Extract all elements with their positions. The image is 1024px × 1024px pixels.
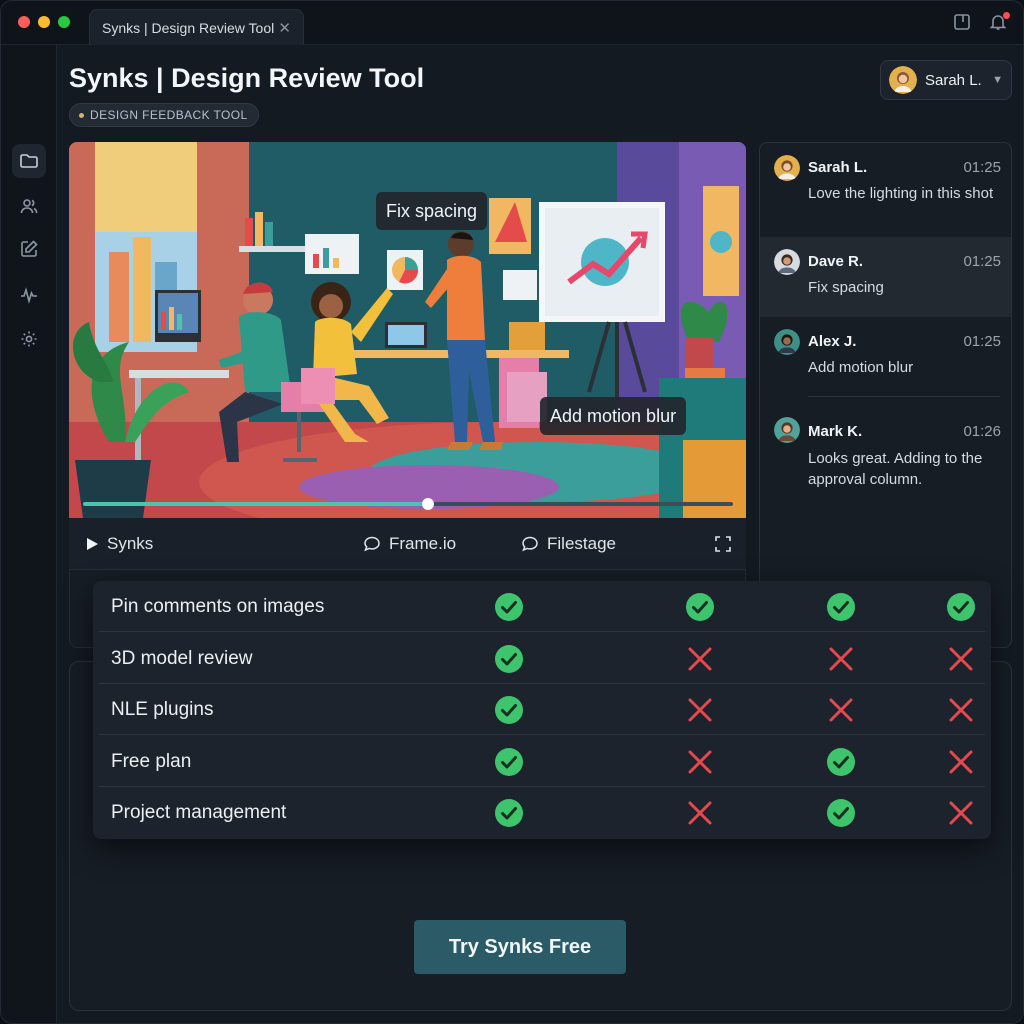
comment-timestamp[interactable]: 01:25 [963, 159, 1001, 176]
video-controls: Synks Frame.io Filestage [69, 518, 746, 570]
comment-text: Fix spacing [808, 279, 884, 296]
video-scrubber[interactable] [83, 498, 733, 510]
tab-title: Synks | Design Review Tool [102, 19, 275, 36]
cross-icon [949, 750, 973, 774]
avatar [774, 329, 800, 355]
notification-dot [1003, 12, 1010, 19]
cross-icon [829, 647, 853, 671]
filestage-label: Filestage [547, 534, 616, 553]
comment-author: Mark K. [808, 423, 863, 440]
table-row: 3D model review [93, 633, 991, 684]
cross-icon [829, 698, 853, 722]
settings-icon[interactable] [12, 322, 46, 356]
check-icon [495, 747, 523, 776]
feature-label: Project management [111, 802, 287, 824]
check-icon [947, 593, 975, 621]
activity-icon[interactable] [12, 278, 46, 312]
check-icon [495, 593, 523, 621]
comment-text: Looks great. Adding to the approval colu… [808, 450, 983, 488]
cross-icon [949, 698, 973, 722]
check-icon [495, 644, 523, 673]
scrubber-progress [83, 502, 428, 506]
check-icon [827, 799, 855, 828]
table-row: NLE plugins [93, 684, 991, 736]
check-icon [495, 696, 523, 725]
check-icon [827, 747, 855, 776]
bell-icon[interactable] [989, 12, 1010, 33]
comment-item[interactable]: Alex J. 01:25 Add motion blur [760, 317, 1011, 397]
cross-icon [688, 750, 712, 774]
annotation-add-motion-blur[interactable]: Add motion blur [540, 397, 687, 435]
play-label: Synks [107, 534, 154, 553]
comment-item[interactable]: Dave R. 01:25 Fix spacing [760, 237, 1011, 317]
video-preview[interactable]: Fix spacing Add motion blur [69, 142, 746, 518]
table-row: Project management [93, 787, 991, 838]
bookmark-icon[interactable] [953, 13, 973, 33]
comparison-table: Pin comments on images 3D model review NLE… [93, 581, 991, 839]
check-icon [495, 799, 523, 828]
try-synks-free-button[interactable]: Try Synks Free [414, 920, 626, 974]
check-icon [827, 593, 855, 621]
cross-icon [688, 647, 712, 671]
maximize-dot[interactable] [58, 16, 70, 28]
comments-panel: Sarah L. 01:25 Love the lighting in this… [759, 142, 1012, 648]
annotation-fix-spacing[interactable]: Fix spacing [376, 192, 488, 230]
users-icon[interactable] [12, 189, 46, 223]
comment-timestamp[interactable]: 01:25 [963, 253, 1001, 270]
comment-timestamp[interactable]: 01:25 [963, 333, 1001, 350]
play-icon [87, 538, 98, 550]
user-name: Sarah L. [925, 71, 982, 89]
category-badge: DESIGN FEEDBACK TOOL [69, 103, 259, 127]
edit-icon[interactable] [12, 232, 46, 266]
close-dot[interactable] [18, 16, 30, 28]
avatar [774, 155, 800, 181]
page-title: Synks | Design Review Tool [69, 63, 425, 93]
feature-label: NLE plugins [111, 699, 214, 721]
comment-text: Add motion blur [808, 359, 914, 376]
table-row: Pin comments on images [93, 581, 991, 632]
feature-label: Free plan [111, 750, 192, 772]
comment-item[interactable]: Mark K. 01:26 Looks great. Adding to the… [760, 405, 1011, 505]
scrubber-handle[interactable] [421, 498, 434, 510]
badge-label: DESIGN FEEDBACK TOOL [90, 108, 248, 122]
feature-label: 3D model review [111, 647, 253, 669]
sidebar [1, 45, 57, 1023]
title-bar: Synks | Design Review Tool ✕ [1, 1, 1023, 45]
cross-icon [688, 801, 712, 825]
fullscreen-button[interactable] [715, 518, 731, 570]
cross-icon [949, 801, 973, 825]
play-button[interactable]: Synks [85, 518, 153, 570]
cross-icon [949, 647, 973, 671]
avatar [774, 249, 800, 275]
user-menu-button[interactable]: Sarah L. ▼ [880, 60, 1012, 100]
comment-timestamp[interactable]: 01:26 [963, 423, 1001, 440]
badge-dot [79, 113, 84, 118]
chevron-down-icon: ▼ [992, 74, 1003, 86]
avatar [889, 66, 917, 94]
comment-text: Love the lighting in this shot [808, 185, 994, 202]
frameio-label: Frame.io [389, 534, 457, 553]
comment-author: Alex J. [808, 333, 857, 350]
folder-icon[interactable] [12, 144, 46, 178]
comment-item[interactable]: Sarah L. 01:25 Love the lighting in this… [760, 143, 1011, 237]
filestage-button[interactable]: Filestage [521, 518, 616, 570]
comment-divider [808, 396, 1000, 397]
comment-author: Dave R. [808, 253, 864, 270]
app-window: Synks | Design Review Tool ✕ Synks | Des… [0, 0, 1024, 1024]
table-row: Free plan [93, 736, 991, 787]
tab-close-icon[interactable]: ✕ [278, 19, 291, 37]
comment-icon [522, 536, 538, 552]
cross-icon [688, 698, 712, 722]
comment-icon [364, 536, 380, 552]
fullscreen-icon [715, 536, 731, 552]
browser-tab[interactable]: Synks | Design Review Tool ✕ [89, 9, 304, 45]
comment-author: Sarah L. [808, 159, 868, 176]
minimize-dot[interactable] [38, 16, 50, 28]
main-content: Synks | Design Review Tool DESIGN FEEDBA… [57, 45, 1023, 1023]
avatar [774, 417, 800, 443]
feature-label: Pin comments on images [111, 596, 325, 617]
check-icon [686, 593, 714, 621]
frameio-button[interactable]: Frame.io [363, 518, 456, 570]
